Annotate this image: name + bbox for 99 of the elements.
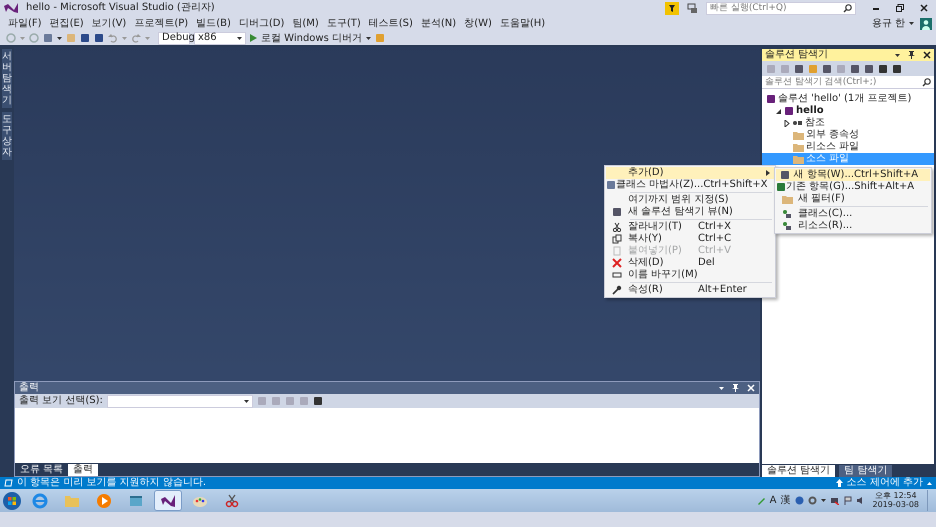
status-message: 이 항목은 미리 보기를 지원하지 않습니다.	[17, 477, 208, 489]
side-tab[interactable]: 도구 상자	[2, 112, 12, 160]
ime-indicator[interactable]: 漢	[780, 494, 790, 506]
rename-icon	[612, 270, 622, 280]
references-icon	[793, 120, 803, 126]
window-title: hello - Microsoft Visual Studio (관리자)	[26, 2, 215, 14]
menu-item[interactable]: 분석(N)	[416, 18, 460, 30]
tree-item[interactable]: 참조	[762, 117, 934, 129]
platform-dropdown[interactable]: x86	[194, 32, 246, 44]
network-icon[interactable]	[830, 496, 838, 505]
tree-item[interactable]: hello	[762, 105, 934, 117]
panel-tab[interactable]: 팀 탐색기	[839, 464, 892, 476]
avatar-icon[interactable]	[920, 18, 932, 30]
menu-item[interactable]: 보기(V)	[88, 18, 130, 30]
quick-launch-field[interactable]: 빠른 실행(Ctrl+Q)	[706, 2, 856, 14]
folder-icon	[782, 194, 792, 204]
tree-item[interactable]: 리소스 파일	[762, 141, 934, 153]
caret-icon[interactable]	[57, 36, 62, 40]
menu-item[interactable]: 여기까지 범위 지정(S)	[606, 194, 774, 206]
close-icon[interactable]	[923, 51, 931, 59]
caret-icon[interactable]	[237, 36, 242, 40]
menu-item[interactable]: 복사(Y) Ctrl+C	[606, 233, 774, 245]
clock-date: 2019-03-08	[872, 500, 919, 510]
collapsed-icon[interactable]	[784, 120, 791, 126]
vs-logo-icon	[4, 2, 18, 14]
menu-item[interactable]: 디버그(D)	[234, 18, 288, 30]
side-tab[interactable]: 서버 탐색기	[2, 49, 12, 108]
run-button[interactable]: 로컬 Windows 디버거	[250, 30, 362, 46]
play-icon[interactable]	[250, 34, 257, 42]
taskbar-button[interactable]	[154, 490, 182, 511]
filter-icon[interactable]	[665, 2, 679, 14]
submenu-arrow-icon	[766, 170, 770, 176]
resource-icon	[782, 221, 792, 231]
menu-item[interactable]: 클래스(C)...	[776, 208, 930, 220]
feedback-icon[interactable]	[687, 2, 698, 14]
caret-icon[interactable]	[719, 386, 724, 390]
pin-icon[interactable]	[908, 51, 915, 59]
class-icon	[782, 209, 792, 219]
panel-tab[interactable]: 솔루션 탐색기	[762, 464, 836, 476]
menu-item[interactable]: 잘라내기(T) Ctrl+X	[606, 221, 774, 233]
scissors-icon	[612, 222, 622, 232]
caret-icon[interactable]	[895, 54, 900, 56]
media-player-icon	[96, 492, 112, 508]
menu-item[interactable]: 이름 바꾸기(M)	[606, 269, 774, 281]
user-name[interactable]: 용규 한	[872, 18, 905, 30]
tree-item[interactable]: 솔루션 'hello' (1개 프로젝트)	[762, 93, 934, 105]
caret-icon[interactable]	[909, 22, 914, 25]
scissors-icon	[224, 492, 240, 508]
folder-icon	[793, 154, 804, 164]
menu-item[interactable]: 속성(R) Alt+Enter	[606, 284, 774, 296]
panel-title: 솔루션 탐색기	[765, 49, 830, 61]
browser-icon	[32, 492, 48, 508]
panel-title: 출력	[19, 382, 40, 394]
caret-up-icon[interactable]	[927, 482, 932, 484]
menu-item[interactable]: 창(W)	[460, 18, 496, 30]
menu-item[interactable]: 추가(D)	[606, 167, 774, 179]
expanded-icon[interactable]	[775, 108, 782, 114]
menu-item[interactable]: 테스트(S)	[364, 18, 417, 30]
restore-icon[interactable]	[896, 4, 904, 12]
message-icon	[4, 479, 13, 487]
menu-item[interactable]: 리소스(R)...	[776, 220, 930, 232]
clock[interactable]: 오후 12:54 2019-03-08	[872, 492, 919, 510]
menu-item[interactable]: 도구(T)	[322, 18, 365, 30]
start-icon[interactable]	[2, 490, 22, 510]
menu-item[interactable]: 새 항목(W)...Ctrl+Shift+A	[776, 169, 930, 181]
tree-item[interactable]: 외부 종속성	[762, 129, 934, 141]
menu-item[interactable]: 삭제(D) Del	[606, 257, 774, 269]
menu-item[interactable]: 파일(F)	[4, 18, 46, 30]
menu-item[interactable]: 새 솔루션 탐색기 뷰(N)	[606, 206, 774, 218]
speaker-icon[interactable]	[856, 496, 864, 505]
menu-item[interactable]: 편집(E)	[46, 18, 88, 30]
caret-icon[interactable]	[244, 400, 249, 402]
caret-icon[interactable]	[366, 36, 371, 40]
paste-icon	[612, 246, 622, 256]
vs-logo-icon	[160, 492, 176, 508]
menu-item[interactable]: 팀(M)	[288, 18, 323, 30]
search-icon[interactable]	[843, 4, 852, 12]
copy-icon	[612, 234, 622, 244]
menu-item[interactable]: 도움말(H)	[496, 18, 550, 30]
panel-tab[interactable]: 출력	[68, 464, 98, 476]
close-icon[interactable]	[920, 4, 928, 12]
folder-icon	[793, 130, 804, 140]
pin-icon[interactable]	[732, 384, 739, 392]
ime-indicator[interactable]: A	[770, 494, 776, 506]
up-arrow-icon[interactable]	[836, 479, 843, 487]
menu-item[interactable]: 빌드(B)	[192, 18, 235, 30]
menu-item[interactable]: 새 필터(F)	[776, 193, 930, 205]
field-label: 출력 보기 선택(S):	[19, 395, 103, 407]
search-icon[interactable]	[922, 78, 931, 86]
wrench-icon	[612, 285, 622, 295]
source-control-button[interactable]: 소스 제어에 추가	[846, 477, 923, 489]
menu-item[interactable]: 클래스 마법사(Z)...Ctrl+Shift+X	[606, 179, 774, 191]
clock-time: 오후 12:54	[874, 492, 917, 500]
delete-icon	[612, 258, 622, 268]
menu-item[interactable]: 기존 항목(G)...Shift+Alt+A	[776, 181, 930, 193]
menu-item[interactable]: 프로젝트(P)	[130, 18, 192, 30]
caret-icon[interactable]	[820, 499, 826, 502]
flag-icon[interactable]	[842, 496, 852, 505]
panel-tab[interactable]: 오류 목록	[15, 464, 68, 476]
